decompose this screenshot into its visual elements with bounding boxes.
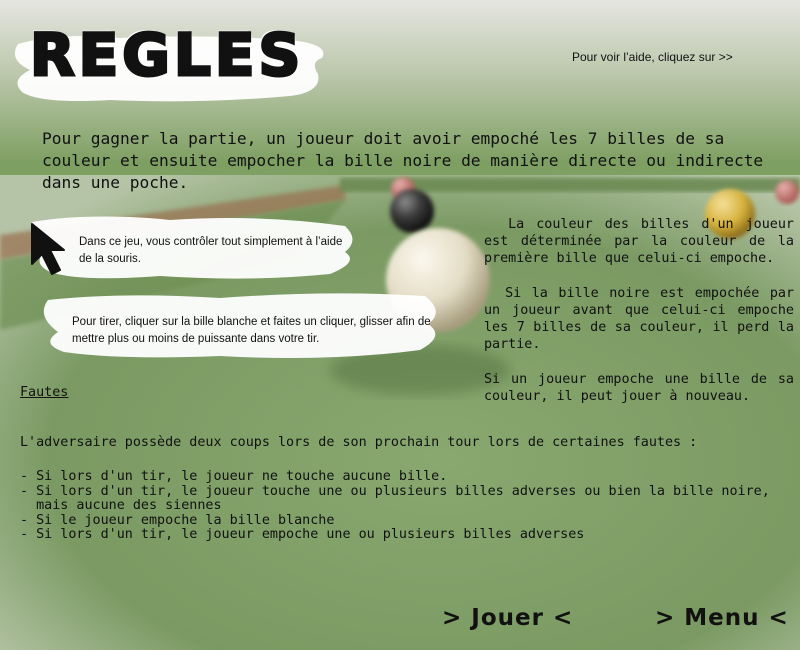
fouls-list: - Si lors d'un tir, le joueur ne touche … bbox=[20, 469, 800, 543]
help-link[interactable]: Pour voir l’aide, cliquez sur >> bbox=[572, 50, 733, 64]
fouls-heading: Fautes bbox=[20, 385, 69, 400]
rule-play-again: Si un joueur empoche une bille de sa cou… bbox=[484, 372, 794, 404]
right-rules: La couleur des billes d'un joueur est dé… bbox=[484, 216, 794, 423]
mouse-control-tip: Dans ce jeu, vous contrôler tout simplem… bbox=[79, 236, 343, 265]
shoot-tip: Pour tirer, cliquer sur la bille blanche… bbox=[72, 316, 431, 345]
foul-item: - Si lors d'un tir, le joueur ne touche … bbox=[20, 469, 448, 484]
rule-black-ball: Si la bille noire est empochée par un jo… bbox=[484, 286, 795, 352]
rule-color: La couleur des billes d'un joueur est dé… bbox=[484, 217, 794, 266]
foul-item: - Si le joueur empoche la bille blanche bbox=[20, 512, 335, 528]
play-button[interactable]: > Jouer < bbox=[442, 605, 573, 631]
foul-item: - Si lors d'un tir, le joueur empoche un… bbox=[20, 527, 585, 542]
page-title: REGLES bbox=[28, 21, 305, 89]
foul-item: - Si lors d'un tir, le joueur touche une… bbox=[20, 483, 770, 513]
menu-button[interactable]: > Menu < bbox=[655, 605, 789, 631]
fouls-intro: L'adversaire possède deux coups lors de … bbox=[20, 435, 698, 450]
intro-rule: Pour gagner la partie, un joueur doit av… bbox=[42, 129, 764, 192]
mouse-cursor-icon bbox=[31, 223, 65, 275]
